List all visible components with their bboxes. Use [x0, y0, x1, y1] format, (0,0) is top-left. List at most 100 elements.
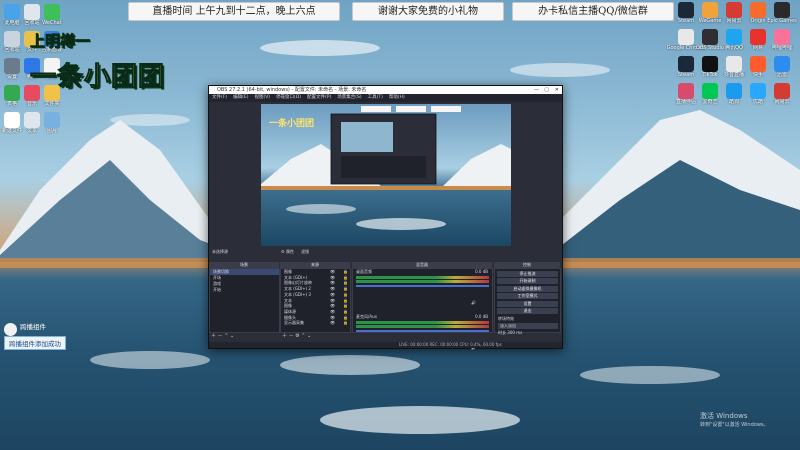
- obs-preview[interactable]: 一条小团团: [261, 104, 511, 246]
- chat-avatar: [4, 323, 17, 336]
- lock-icon[interactable]: 🔒: [343, 320, 348, 326]
- control-button[interactable]: 启动虚拟摄像机: [497, 285, 558, 292]
- menu-item[interactable]: 文件(F): [212, 95, 227, 100]
- control-button[interactable]: 工作室模式: [497, 293, 558, 299]
- maximize-icon[interactable]: ▢: [544, 86, 549, 94]
- mixer-panel: 桌面音频 0.0 dB 🔊 麦克风/Aux 0.0 dB 🔊: [352, 268, 493, 350]
- source-label: 显示器采集: [284, 320, 304, 326]
- control-button[interactable]: 开始录制: [497, 278, 558, 284]
- down-icon[interactable]: ⌄: [307, 333, 311, 339]
- mixer-channel-level: 0.0 dB: [475, 269, 488, 274]
- control-button[interactable]: 停止推流: [497, 270, 558, 277]
- plus-icon[interactable]: ＋: [282, 333, 287, 339]
- scene-list-toolbar: ＋ － ⌃ ⌄: [211, 332, 234, 339]
- source-label: 图像幻灯片放映: [284, 280, 312, 286]
- minus-icon[interactable]: －: [218, 333, 223, 339]
- banner-contact: 办卡私信主播QQ/微信群: [512, 2, 674, 21]
- obs-titlebar[interactable]: OBS 27.2.1 (64-bit, windows) - 配置文件: 未命名…: [209, 86, 562, 94]
- desktop-icon[interactable]: WeChat: [32, 4, 72, 27]
- mixer-channel-header: 桌面音频 0.0 dB: [353, 269, 492, 275]
- desktop-icon[interactable]: 图片: [32, 112, 72, 135]
- obs-title: OBS 27.2.1 (64-bit, windows) - 配置文件: 未命名…: [217, 87, 367, 93]
- mixer-channel-name: 麦克风/Aux: [356, 314, 377, 319]
- banner-schedule: 直播时间 上午九到十二点，晚上六点: [128, 2, 340, 21]
- app-icon: [774, 29, 790, 45]
- menu-item[interactable]: 视图(V): [254, 95, 270, 100]
- audio-meter: [356, 280, 489, 283]
- sources-panel: 图像 🔒 👁 文本 (GDI+) 🔒 👁 图像幻灯片放映 🔒 👁 文本 (GDI+) 2 🔒 …: [280, 268, 351, 333]
- control-button[interactable]: 设置: [497, 300, 558, 307]
- gear-icon[interactable]: ⚙: [281, 248, 285, 255]
- controls-panel: 停止推流 开始录制 启动虚拟摄像机 工作室模式 设置 退出转场特效 淡入淡出 时长 300 m…: [494, 268, 561, 336]
- menu-item[interactable]: 场景集合(S): [337, 95, 361, 100]
- obs-menubar: 文件(F) 编辑(E) 视图(V) 停靠窗口(D) 配置文件(P) 场景集合(S) 工具(T…: [209, 94, 562, 102]
- desktop-icon[interactable]: 哔哩哔哩: [762, 29, 800, 52]
- svg-text:一条小团团: 一条小团团: [269, 117, 314, 129]
- transition-duration[interactable]: 时长 300 ms: [498, 330, 560, 336]
- desktop-icon-label: WeChat: [42, 20, 62, 26]
- gear-icon[interactable]: ⚙: [295, 333, 299, 339]
- volume-slider[interactable]: [356, 285, 489, 287]
- minimize-icon[interactable]: —: [534, 86, 539, 94]
- overlay-big-title: 一条小团团: [29, 62, 166, 93]
- up-icon[interactable]: ⌃: [301, 333, 305, 339]
- transition-section: 转场特效 淡入淡出 时长 300 ms: [495, 316, 560, 336]
- source-label: 文本 (GDI+) 3: [284, 291, 311, 297]
- source-label: 图像: [284, 303, 292, 309]
- watermark-title: 激活 Windows: [700, 412, 748, 420]
- audio-meter: [356, 276, 489, 279]
- filters-button[interactable]: 滤镜: [301, 248, 309, 255]
- desktop-icon-label: 图片: [46, 128, 57, 134]
- source-label: 文本 (GDI+): [284, 274, 308, 280]
- menu-item[interactable]: 编辑(E): [233, 95, 248, 100]
- banner-thanks: 谢谢大家免费的小礼物: [352, 2, 504, 21]
- app-icon: [44, 4, 60, 20]
- app-icon: [774, 83, 790, 99]
- close-icon[interactable]: ✕: [555, 86, 559, 94]
- obs-window[interactable]: OBS 27.2.1 (64-bit, windows) - 配置文件: 未命名…: [208, 85, 563, 350]
- desktop-icon-label: 网易云: [774, 99, 790, 105]
- chat-username: 跨播组件: [20, 323, 46, 331]
- up-icon[interactable]: ⌃: [224, 333, 228, 339]
- duration-value[interactable]: 300 ms: [507, 330, 522, 335]
- menu-item[interactable]: 工具(T): [368, 95, 383, 100]
- desktop-icon-label: Epic Games: [767, 18, 797, 24]
- source-label: 文本 (GDI+) 2: [284, 286, 311, 292]
- menu-item[interactable]: 配置文件(P): [307, 95, 331, 100]
- volume-slider[interactable]: [356, 330, 489, 332]
- overlay-small-title: 上明樽一: [30, 32, 91, 51]
- menu-item[interactable]: 停靠窗口(D): [276, 95, 301, 100]
- obs-statusbar: LIVE: 00:00:00 REC: 00:00:00 CPU: 0.4%, …: [209, 342, 562, 348]
- desktop-icon-label: 哔哩哔哩: [771, 45, 792, 51]
- mixer-channel-name: 桌面音频: [356, 269, 372, 274]
- desktop-icon-label: 文件夹: [44, 101, 60, 107]
- plus-icon[interactable]: ＋: [211, 333, 216, 339]
- app-icon: [774, 2, 790, 18]
- source-label: 文本: [284, 297, 292, 303]
- desktop-icon[interactable]: 网易云: [762, 83, 800, 106]
- eye-icon[interactable]: 👁: [330, 320, 335, 326]
- no-source-label: 未选择源: [212, 249, 228, 254]
- source-item[interactable]: 显示器采集 🔒 👁: [281, 320, 350, 326]
- chat-message: 跨播组件添加成功: [4, 336, 66, 350]
- mixer-channel-level: 0.0 dB: [475, 314, 488, 319]
- source-toolbar: 未选择源 ⚙ 属性 滤镜: [209, 248, 562, 255]
- scene-item[interactable]: 开始: [210, 287, 279, 293]
- mixer-channel: 桌面音频 0.0 dB 🔊: [353, 269, 492, 308]
- desktop-icon[interactable]: 迅雷: [762, 56, 800, 79]
- activate-windows-watermark: 激活 Windows 转到"设置"以激活 Windows。: [700, 412, 769, 430]
- desktop-icon[interactable]: Epic Games: [762, 2, 800, 25]
- menu-item[interactable]: 帮助(H): [389, 95, 405, 100]
- desktop-icon-label: 迅雷: [776, 72, 787, 78]
- transition-select[interactable]: 淡入淡出: [498, 323, 558, 329]
- minus-icon[interactable]: －: [289, 333, 294, 339]
- chat-widget: 跨播组件 跨播组件添加成功: [4, 323, 94, 350]
- properties-button[interactable]: 属性: [286, 248, 294, 255]
- app-icon: [44, 112, 60, 128]
- speaker-icon[interactable]: 🔊: [471, 300, 476, 305]
- scenes-panel: 场景切换 开场 游戏 开始: [209, 268, 280, 333]
- control-button[interactable]: 退出: [497, 308, 558, 314]
- duration-label: 时长: [498, 330, 508, 335]
- down-icon[interactable]: ⌄: [230, 333, 234, 339]
- watermark-subtitle: 转到"设置"以激活 Windows。: [700, 422, 769, 428]
